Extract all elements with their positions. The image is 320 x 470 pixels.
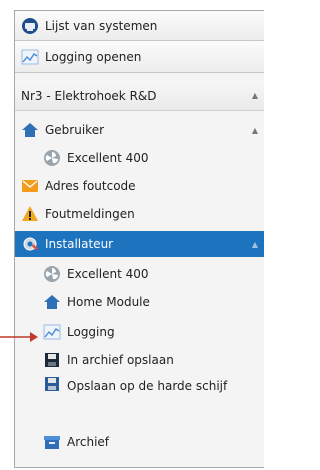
archive-box-icon — [43, 433, 61, 451]
systems-list-button[interactable]: Lijst van systemen — [15, 11, 264, 41]
floppy-disk-icon — [43, 351, 61, 369]
tree-label-foutmeldingen: Foutmeldingen — [45, 207, 135, 221]
envelope-icon — [21, 177, 39, 195]
navigation-panel: Lijst van systemen Logging openen Nr3 - … — [14, 10, 264, 468]
tree-label-excellent-400-installer: Excellent 400 — [67, 267, 149, 281]
house-icon — [43, 293, 61, 311]
open-logging-label: Logging openen — [45, 49, 142, 64]
fan-icon — [43, 265, 61, 283]
chart-icon — [43, 323, 61, 341]
tree-item-home-module[interactable]: Home Module — [15, 289, 264, 315]
tree-label-home-module: Home Module — [67, 295, 150, 309]
system-name: Nr3 - Elektrohoek R&D — [21, 88, 157, 103]
tree-label-logging: Logging — [67, 325, 115, 339]
pointer-arrow-icon — [0, 332, 38, 342]
tree-item-opslaan-harde-schijf[interactable]: Opslaan op de harde schijf — [15, 373, 264, 425]
installer-tools-icon — [21, 235, 39, 253]
tree-item-in-archief-opslaan[interactable]: In archief opslaan — [15, 347, 264, 373]
open-logging-button[interactable]: Logging openen — [15, 41, 264, 73]
tree-label-archief: Archief — [67, 435, 110, 449]
fan-icon — [43, 149, 61, 167]
tree-label-excellent-400: Excellent 400 — [67, 151, 149, 165]
tree-item-logging[interactable]: Logging — [15, 319, 264, 345]
tree-label-adres-foutcode: Adres foutcode — [45, 179, 136, 193]
tree-item-excellent-400-installer[interactable]: Excellent 400 — [15, 261, 264, 287]
house-icon — [21, 121, 39, 139]
tree-item-adres-foutcode[interactable]: Adres foutcode — [15, 173, 264, 199]
tree-item-gebruiker[interactable]: Gebruiker ▲ — [15, 117, 264, 143]
system-header[interactable]: Nr3 - Elektrohoek R&D ▲ — [15, 81, 264, 111]
tree-item-excellent-400[interactable]: Excellent 400 — [15, 145, 264, 171]
tree-item-installateur[interactable]: Installateur ▲ — [15, 231, 264, 257]
collapse-arrow-icon[interactable]: ▲ — [252, 126, 258, 135]
tree-label-gebruiker: Gebruiker — [45, 123, 105, 137]
systems-icon — [21, 17, 39, 35]
collapse-arrow-icon[interactable]: ▲ — [252, 240, 258, 249]
tree-item-archief[interactable]: Archief — [15, 429, 264, 455]
chart-icon — [21, 48, 39, 66]
tree-item-foutmeldingen[interactable]: Foutmeldingen — [15, 201, 264, 227]
warning-icon — [21, 205, 39, 223]
collapse-arrow-icon[interactable]: ▲ — [252, 91, 258, 100]
tree-label-in-archief-opslaan: In archief opslaan — [67, 353, 174, 367]
tree-label-installateur: Installateur — [45, 237, 114, 251]
tree-label-opslaan-harde-schijf: Opslaan op de harde schijf — [67, 379, 228, 393]
systems-list-label: Lijst van systemen — [45, 18, 158, 33]
